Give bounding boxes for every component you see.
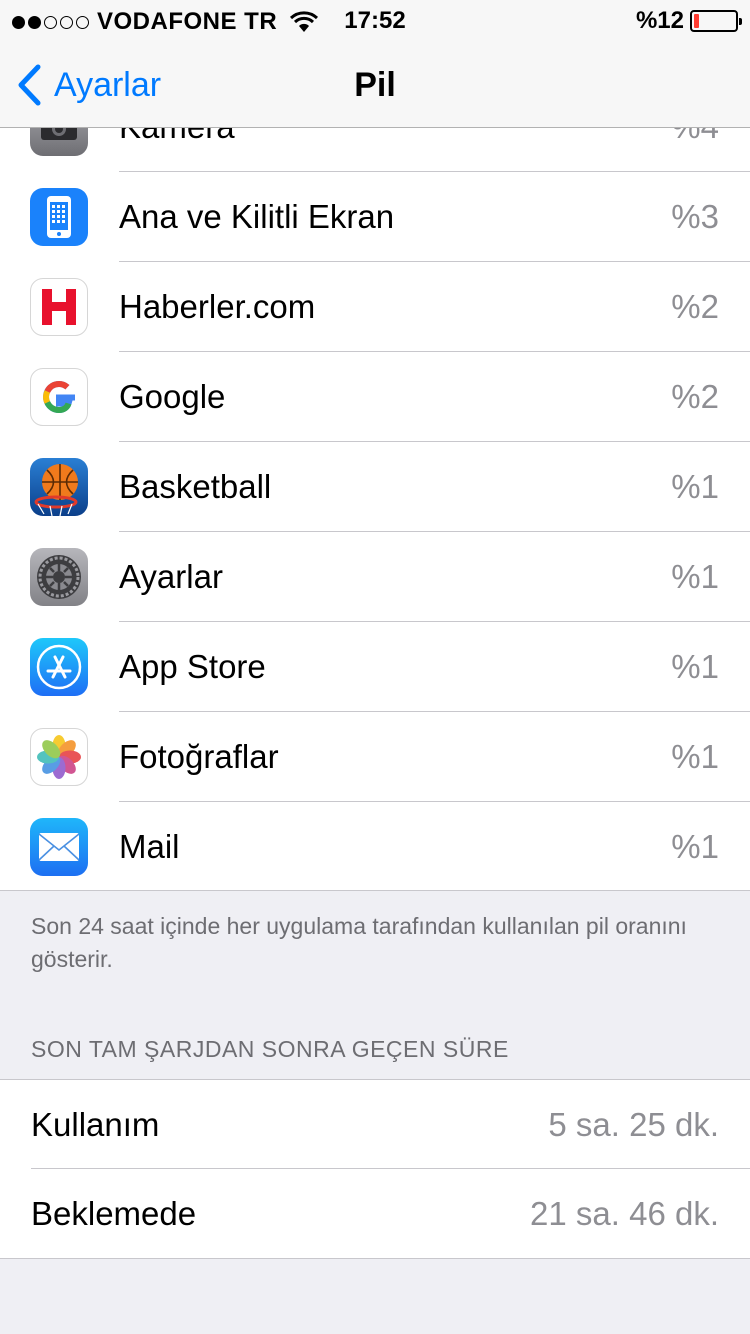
haberler-icon xyxy=(30,278,88,336)
app-row-mail[interactable]: Mail %1 xyxy=(0,802,750,890)
battery-percentage: %12 xyxy=(635,7,684,34)
app-battery-percent: %1 xyxy=(671,468,719,505)
app-row-google[interactable]: Google %2 xyxy=(0,352,750,442)
navigation-bar: Ayarlar Pil xyxy=(0,40,750,128)
app-row-haberler[interactable]: Haberler.com %2 xyxy=(0,262,750,352)
battery-level-fill xyxy=(694,14,699,28)
app-row-ayarlar[interactable]: Ayarlar %1 xyxy=(0,532,750,622)
app-battery-percent: %2 xyxy=(671,378,719,415)
app-battery-percent: %1 xyxy=(671,828,719,865)
usage-value: 5 sa. 25 dk. xyxy=(548,1106,719,1143)
status-bar: VODAFONE TR 17:52 %12 xyxy=(0,0,750,40)
app-name: Google xyxy=(119,378,226,415)
photos-icon xyxy=(30,728,88,786)
app-name: App Store xyxy=(119,648,266,685)
app-name: Basketball xyxy=(119,468,272,505)
app-battery-percent: %2 xyxy=(671,288,719,325)
app-battery-percent: %1 xyxy=(671,648,719,685)
home-lock-screen-icon xyxy=(30,188,88,246)
usage-label: Kullanım xyxy=(31,1106,160,1143)
usage-label: Beklemede xyxy=(31,1195,197,1232)
app-usage-list-rows: Kamera %4 Ana ve Kilitli Ekran %3 Haberl… xyxy=(0,82,750,890)
app-usage-list[interactable]: Kamera %4 Ana ve Kilitli Ekran %3 Haberl… xyxy=(0,40,750,891)
app-name: Ayarlar xyxy=(119,558,223,595)
usage-value: 21 sa. 46 dk. xyxy=(530,1195,719,1232)
app-name: Ana ve Kilitli Ekran xyxy=(119,198,395,235)
app-battery-percent: %1 xyxy=(671,558,719,595)
app-name: Haberler.com xyxy=(119,288,316,325)
app-row-ana-ve-kilitli-ekran[interactable]: Ana ve Kilitli Ekran %3 xyxy=(0,172,750,262)
app-name: Fotoğraflar xyxy=(119,738,279,775)
app-row-app-store[interactable]: App Store %1 xyxy=(0,622,750,712)
page-title: Pil xyxy=(354,66,396,104)
section-header: SON TAM ŞARJDAN SONRA GEÇEN SÜRE xyxy=(31,1036,509,1062)
battery-icon xyxy=(690,10,742,32)
google-icon xyxy=(30,368,88,426)
status-bar-right: %12 xyxy=(635,7,742,35)
app-row-basketball[interactable]: Basketball %1 xyxy=(0,442,750,532)
usage-time-group: Kullanım 5 sa. 25 dk. Beklemede 21 sa. 4… xyxy=(0,1079,750,1259)
app-battery-percent: %3 xyxy=(671,198,719,235)
basketball-icon xyxy=(30,458,88,516)
list-footer-note: Son 24 saat içinde her uygulama tarafınd… xyxy=(31,913,687,972)
settings-gear-icon xyxy=(30,548,88,606)
app-battery-percent: %1 xyxy=(671,738,719,775)
usage-row-kullanim: Kullanım 5 sa. 25 dk. xyxy=(0,1080,750,1169)
app-row-fotograflar[interactable]: Fotoğraflar %1 xyxy=(0,712,750,802)
mail-icon xyxy=(30,818,88,876)
app-name: Mail xyxy=(119,828,180,865)
app-store-icon xyxy=(30,638,88,696)
usage-row-beklemede: Beklemede 21 sa. 46 dk. xyxy=(0,1169,750,1258)
